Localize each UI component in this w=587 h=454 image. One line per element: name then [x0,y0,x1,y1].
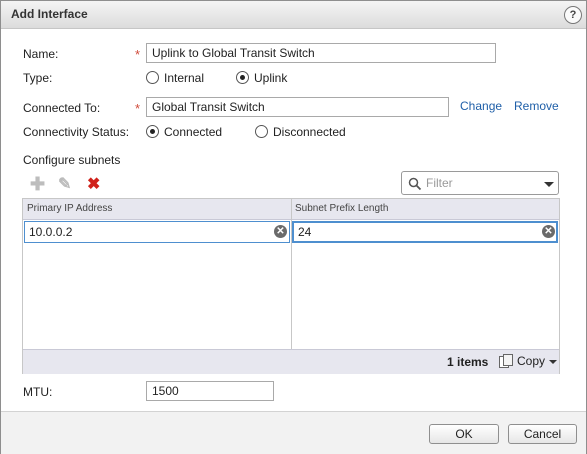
cancel-button[interactable]: Cancel [508,424,577,444]
type-uplink-label[interactable]: Uplink [254,71,287,85]
subnets-grid: Primary IP Address Subnet Prefix Length … [22,198,560,374]
clear-icon[interactable]: ✕ [274,225,287,238]
prefix-length-value: 24 [298,225,312,239]
connectivity-disconnected-radio[interactable] [255,125,268,138]
dialog-footer: OK Cancel [1,411,586,454]
column-header-primary-ip[interactable]: Primary IP Address [27,203,112,214]
required-marker: * [135,101,141,116]
add-interface-dialog: Add Interface ? Name: * Uplink to Global… [0,0,587,454]
connectivity-connected-label[interactable]: Connected [164,125,222,139]
search-icon [408,177,422,191]
name-input[interactable]: Uplink to Global Transit Switch [146,43,496,63]
add-icon[interactable]: ✚ [30,175,45,193]
connected-to-label: Connected To: [23,101,101,115]
type-uplink-radio[interactable] [236,71,249,84]
prefix-length-input[interactable]: 24 ✕ [292,221,558,243]
change-link[interactable]: Change [460,99,502,113]
chevron-down-icon[interactable] [549,360,557,365]
ok-button[interactable]: OK [429,424,499,444]
dialog-titlebar[interactable]: Add Interface ? [1,1,586,29]
dialog-title: Add Interface [11,7,88,21]
connectivity-connected-radio[interactable] [146,125,159,138]
required-marker: * [135,47,141,62]
copy-icon[interactable] [499,354,513,369]
filter-placeholder: Filter [426,176,453,190]
filter-input[interactable]: Filter [401,171,559,195]
help-icon[interactable]: ? [564,6,582,24]
connectivity-disconnected-label[interactable]: Disconnected [273,125,346,139]
copy-button[interactable]: Copy [517,354,545,368]
name-label: Name: [23,47,59,61]
clear-icon[interactable]: ✕ [542,225,555,238]
primary-ip-input[interactable]: 10.0.0.2 ✕ [24,221,290,243]
connected-to-field: Global Transit Switch [146,97,449,117]
edit-icon[interactable]: ✎ [58,177,71,193]
grid-footer: 1 items Copy [23,349,559,374]
column-header-prefix-length[interactable]: Subnet Prefix Length [295,203,388,214]
remove-link[interactable]: Remove [514,99,559,113]
type-internal-label[interactable]: Internal [164,71,204,85]
type-internal-radio[interactable] [146,71,159,84]
mtu-input[interactable]: 1500 [146,381,274,401]
item-count: 1 items [447,355,489,369]
chevron-down-icon[interactable] [544,182,554,188]
mtu-label: MTU: [23,385,53,399]
connectivity-status-label: Connectivity Status: [23,125,130,139]
delete-icon[interactable]: ✖ [87,177,100,193]
primary-ip-value: 10.0.0.2 [29,225,73,239]
type-label: Type: [23,71,53,85]
configure-subnets-label: Configure subnets [23,153,121,167]
